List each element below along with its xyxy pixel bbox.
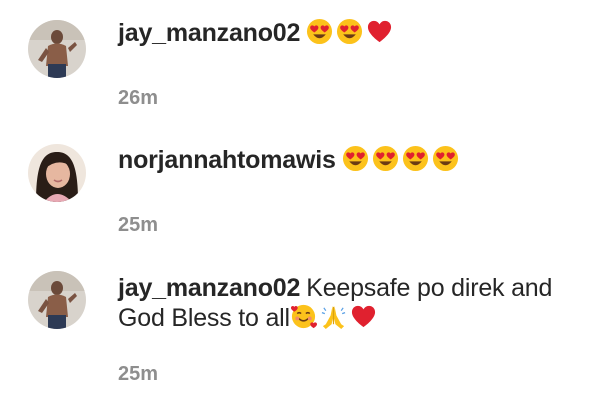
comment-username[interactable]: jay_manzano02: [118, 274, 300, 302]
smiling-face-with-hearts-emoji: [290, 303, 317, 330]
comment-text: jay_manzano02 Keepsafe po direk and God B…: [118, 273, 588, 333]
comment-timestamp: 26m: [118, 87, 159, 109]
heart-eyes-emoji: [336, 18, 363, 45]
comment-timestamp: 25m: [118, 363, 159, 385]
comment-timestamp: 25m: [118, 214, 159, 236]
comment-username[interactable]: norjannahtomawis: [118, 146, 336, 174]
comment-text: jay_manzano02: [118, 18, 588, 48]
comment-list: jay_manzano02 26m norjannahtomawis 25m j…: [0, 0, 600, 401]
avatar[interactable]: [28, 271, 86, 329]
avatar[interactable]: [28, 20, 86, 78]
heart-eyes-emoji: [402, 145, 429, 172]
heart-eyes-emoji: [306, 18, 333, 45]
comment-text: norjannahtomawis: [118, 145, 588, 175]
heart-eyes-emoji: [342, 145, 369, 172]
folded-hands-emoji: [320, 303, 347, 330]
heart-eyes-emoji: [432, 145, 459, 172]
avatar[interactable]: [28, 144, 86, 202]
red-heart-emoji: [366, 18, 393, 45]
heart-eyes-emoji: [372, 145, 399, 172]
comment-username[interactable]: jay_manzano02: [118, 19, 300, 47]
red-heart-emoji: [350, 303, 377, 330]
